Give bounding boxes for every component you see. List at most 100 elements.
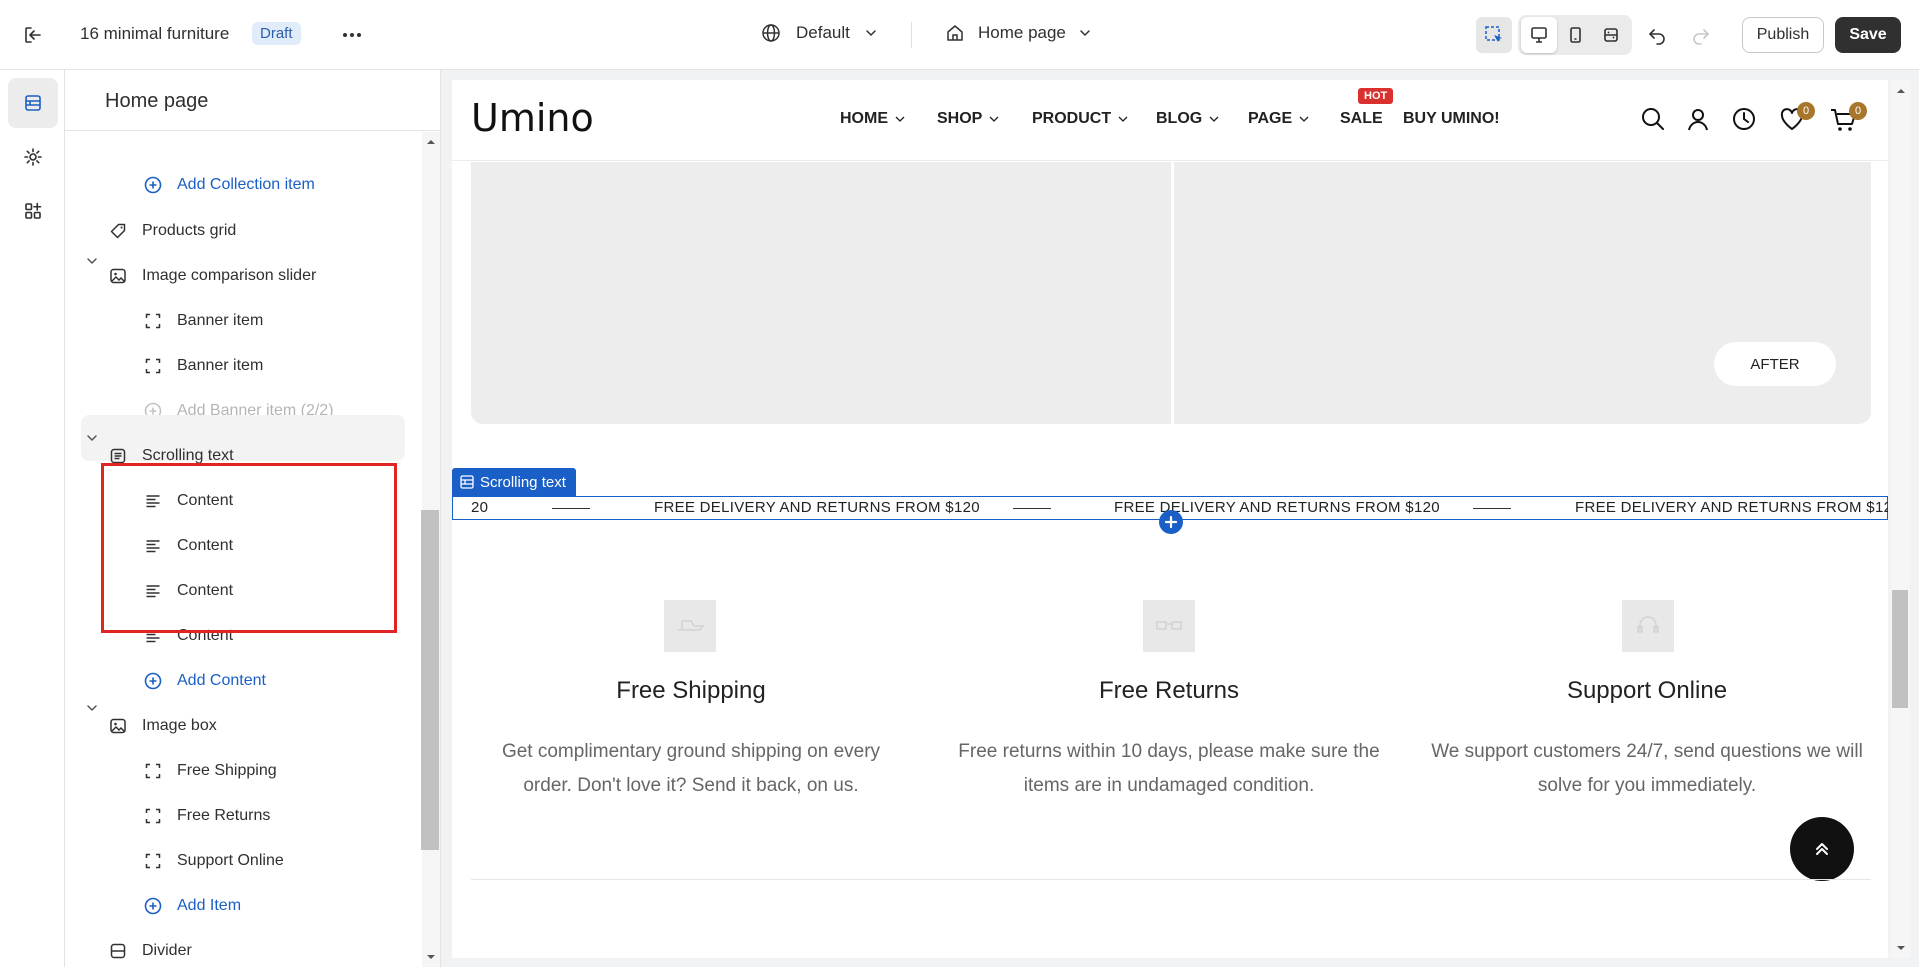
user-icon[interactable] <box>1685 106 1711 132</box>
cart-count-badge: 0 <box>1849 102 1867 120</box>
image-icon <box>108 716 128 736</box>
section-image-comparison-slider[interactable]: Image comparison slider <box>108 256 316 296</box>
section-divider[interactable]: Divider <box>108 931 192 967</box>
exit-icon[interactable] <box>22 24 44 46</box>
comparison-divider-handle[interactable] <box>1171 162 1174 424</box>
wishlist-count-badge: 0 <box>1797 102 1815 120</box>
block-free-shipping[interactable]: Free Shipping <box>143 751 277 791</box>
plus-circle-icon <box>143 671 163 691</box>
canvas-scrollbar[interactable] <box>1891 80 1910 958</box>
chevron-down-icon <box>1078 26 1092 40</box>
scroll-up-arrow[interactable] <box>425 137 437 147</box>
section-tag[interactable]: Scrolling text <box>452 468 576 496</box>
undo-icon[interactable] <box>1646 24 1668 46</box>
chevron-down-icon <box>894 113 906 125</box>
nav-buy-umino[interactable]: BUY UMINO! <box>1403 110 1500 128</box>
feature-title: Free Shipping <box>616 677 766 704</box>
chevron-down-icon <box>1208 113 1220 125</box>
mobile-icon[interactable] <box>1557 17 1593 53</box>
feature-description: Get complimentary ground shipping on eve… <box>501 741 881 796</box>
scroll-down-arrow[interactable] <box>425 952 437 962</box>
section-image-box[interactable]: Image box <box>108 706 217 746</box>
section-products-grid[interactable]: Products grid <box>108 211 236 251</box>
theme-label: Default <box>796 23 850 42</box>
nav-home[interactable]: HOME <box>840 110 906 128</box>
frame-icon <box>143 761 163 781</box>
apps-icon[interactable] <box>8 186 58 236</box>
gear-icon[interactable] <box>8 132 58 182</box>
block-banner-item[interactable]: Banner item <box>143 346 263 386</box>
desktop-icon[interactable] <box>1521 17 1557 53</box>
frame-icon <box>143 356 163 376</box>
add-item-button[interactable]: Add Item <box>143 886 241 926</box>
back-to-top-button[interactable] <box>1790 817 1854 881</box>
divider-icon <box>108 941 128 961</box>
plus-circle-icon <box>143 175 163 195</box>
top-bar: 16 minimal furniture Draft Default Home … <box>0 0 1919 70</box>
add-section-plus-icon[interactable] <box>1159 510 1183 534</box>
theme-selector[interactable]: Default <box>760 22 878 44</box>
sections-icon[interactable] <box>8 78 58 128</box>
marquee-item: FREE DELIVERY AND RETURNS FROM $120 <box>654 499 980 516</box>
nav-shop[interactable]: SHOP <box>937 110 1000 128</box>
support-image-placeholder <box>1622 600 1674 652</box>
chevron-down-icon[interactable] <box>85 431 99 445</box>
shipping-image-placeholder <box>664 600 716 652</box>
chevron-down-icon <box>1298 113 1310 125</box>
feature-description: We support customers 24/7, send question… <box>1431 741 1863 796</box>
nav-sale[interactable]: SALE <box>1340 110 1383 128</box>
sections-icon <box>460 475 474 489</box>
frame-icon <box>143 311 163 331</box>
marquee-separator <box>1473 508 1511 509</box>
chevron-down-icon <box>864 26 878 40</box>
nav-product[interactable]: PRODUCT <box>1032 110 1129 128</box>
scroll-up-arrow[interactable] <box>1895 86 1907 96</box>
store-name: 16 minimal furniture <box>80 24 230 43</box>
draft-badge: Draft <box>252 22 301 45</box>
publish-button[interactable]: Publish <box>1742 17 1824 53</box>
chevron-down-icon[interactable] <box>85 701 99 715</box>
fullscreen-icon[interactable] <box>1593 17 1629 53</box>
frame-icon <box>143 806 163 826</box>
frame-icon <box>143 851 163 871</box>
block-support-online[interactable]: Support Online <box>143 841 284 881</box>
store-logo[interactable]: Umino <box>471 96 594 140</box>
nav-blog[interactable]: BLOG <box>1156 110 1220 128</box>
canvas-scrollbar-track <box>1888 80 1890 958</box>
home-icon <box>944 22 966 44</box>
page-label: Home page <box>978 23 1066 42</box>
search-icon[interactable] <box>1640 106 1666 132</box>
preview-canvas: Umino HOME SHOP PRODUCT BLOG PAGE SALE H… <box>452 80 1890 958</box>
page-selector[interactable]: Home page <box>944 22 1092 44</box>
block-banner-item[interactable]: Banner item <box>143 301 263 341</box>
scroll-down-arrow[interactable] <box>1895 943 1907 953</box>
feature-title: Free Returns <box>1098 677 1240 704</box>
image-icon <box>108 266 128 286</box>
block-free-returns[interactable]: Free Returns <box>143 796 270 836</box>
save-button[interactable]: Save <box>1835 17 1901 53</box>
returns-image-placeholder <box>1143 600 1195 652</box>
feature-description: Free returns within 10 days, please make… <box>958 741 1380 796</box>
more-icon[interactable] <box>340 24 364 46</box>
sidebar-scrollbar-thumb[interactable] <box>421 510 439 850</box>
nav-page[interactable]: PAGE <box>1248 110 1310 128</box>
hot-badge: HOT <box>1358 88 1394 104</box>
globe-icon <box>760 22 782 44</box>
divider <box>65 130 440 131</box>
add-collection-item-button[interactable]: Add Collection item <box>143 165 315 205</box>
sections-sidebar: Home page Add Collection item Products g… <box>65 70 441 967</box>
redo-icon[interactable] <box>1690 24 1712 46</box>
marquee-item: FREE DELIVERY AND RETURNS FROM $120 <box>1575 499 1890 516</box>
marquee-separator <box>552 508 590 509</box>
add-content-button[interactable]: Add Content <box>143 661 266 701</box>
chevron-down-icon[interactable] <box>85 254 99 268</box>
divider <box>911 22 912 48</box>
highlight-box <box>101 463 397 633</box>
divider-line <box>471 879 1871 880</box>
left-rail <box>0 70 65 967</box>
inspector-icon[interactable] <box>1476 17 1512 53</box>
clock-icon[interactable] <box>1731 106 1757 132</box>
marquee-separator <box>1013 508 1051 509</box>
marquee-lead: 20 <box>471 499 489 516</box>
canvas-scrollbar-thumb[interactable] <box>1892 590 1908 708</box>
